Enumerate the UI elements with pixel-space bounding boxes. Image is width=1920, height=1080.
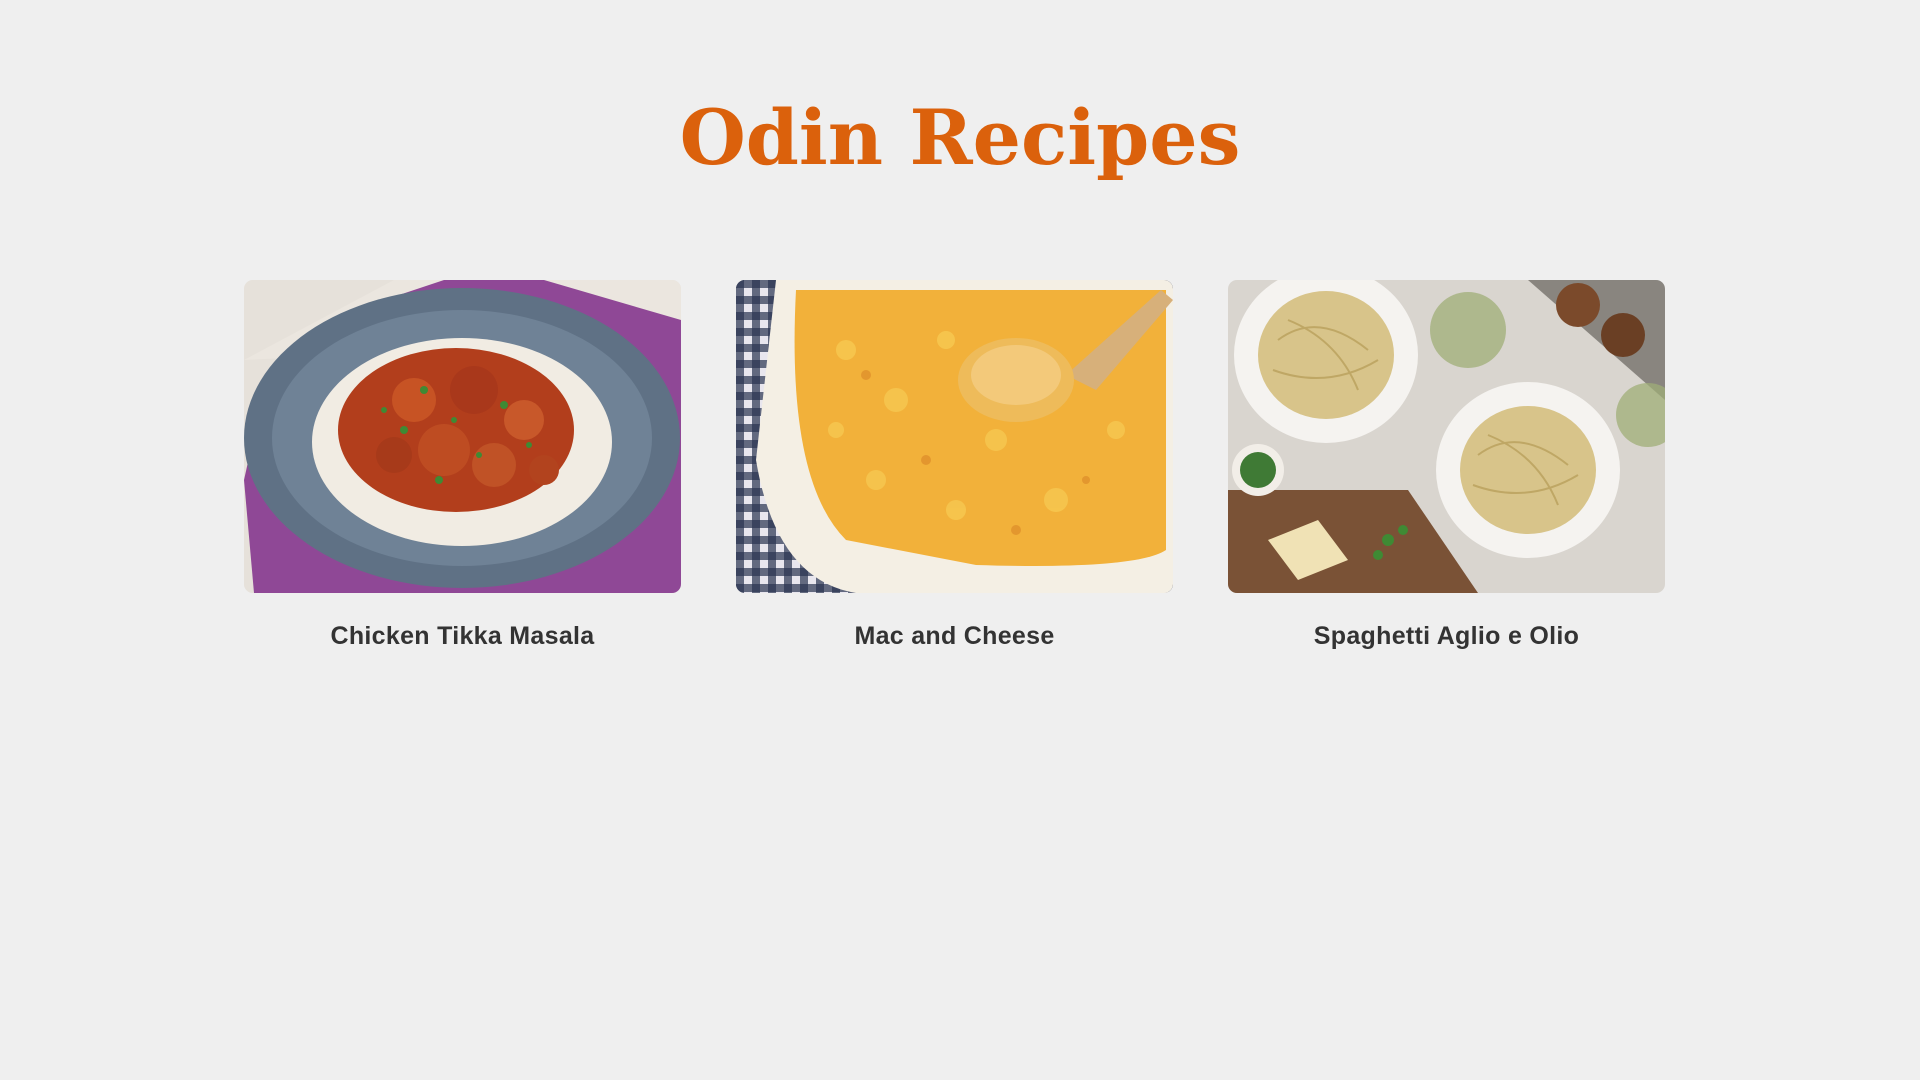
recipe-image-mac-and-cheese[interactable] xyxy=(736,280,1173,593)
recipe-title[interactable]: Spaghetti Aglio e Olio xyxy=(1314,622,1579,651)
recipe-card-spaghetti-aglio-e-olio[interactable]: Spaghetti Aglio e Olio xyxy=(1228,280,1665,651)
recipe-title[interactable]: Chicken Tikka Masala xyxy=(330,622,594,651)
spaghetti-aglio-e-olio-photo xyxy=(1228,280,1665,593)
recipe-image-spaghetti-aglio-e-olio[interactable] xyxy=(1228,280,1665,593)
recipe-card-mac-and-cheese[interactable]: Mac and Cheese xyxy=(736,280,1173,651)
page-title: Odin Recipes xyxy=(679,93,1241,182)
recipe-card-chicken-tikka-masala[interactable]: Chicken Tikka Masala xyxy=(244,280,681,651)
recipe-title[interactable]: Mac and Cheese xyxy=(854,622,1054,651)
recipe-image-chicken-tikka-masala[interactable] xyxy=(244,280,681,593)
chicken-tikka-masala-photo xyxy=(244,280,681,593)
recipe-grid: Chicken Tikka Masala Mac and Cheese Spag… xyxy=(244,280,1665,651)
mac-and-cheese-photo xyxy=(736,280,1173,593)
